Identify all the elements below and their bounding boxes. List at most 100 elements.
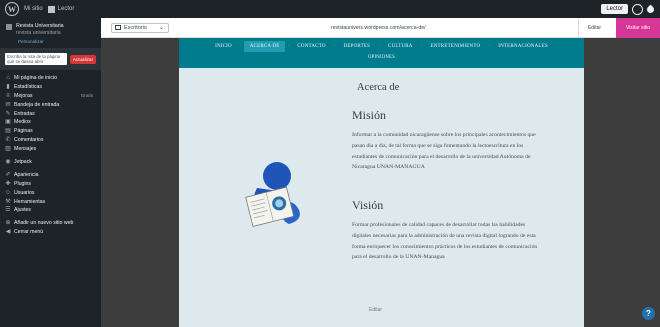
write-button[interactable]: Lector — [601, 4, 628, 14]
site-title: Revista Universitaria — [16, 23, 64, 29]
media-icon: ▣ — [5, 119, 11, 126]
site-preview[interactable]: INICIO · ACERCA DE · CONTACTO · DEPORTES · CULTU… — [179, 38, 584, 327]
path-input[interactable]: Escriba la ruta de la página que se dese… — [5, 52, 67, 65]
posts-icon: ✎ — [5, 110, 11, 117]
mision-heading: Misión — [352, 108, 387, 122]
sidebar-item-label: Comentarios — [14, 137, 44, 144]
reading-illustration — [237, 154, 317, 239]
canvas-margin-left — [101, 38, 179, 327]
sidebar-item-label: Bandeja de entrada — [14, 101, 60, 108]
update-button[interactable]: Actualizar — [69, 54, 96, 64]
preview-url: revistaunivers.wordpress.com/acerca-de/ — [331, 24, 426, 31]
reader-icon — [47, 5, 55, 13]
appearance-icon: ✐ — [5, 171, 11, 178]
nav-row: INICIO · ACERCA DE · CONTACTO · DEPORTES · CULTU… — [179, 38, 584, 52]
desktop-icon — [115, 25, 121, 30]
sidebar-item-label: Mensajes — [14, 146, 37, 153]
comments-icon: ✆ — [5, 137, 11, 144]
wordpress-logo-icon[interactable]: W — [5, 2, 19, 16]
site-header[interactable]: Revista Universitaria revista universita… — [0, 18, 101, 38]
mision-text: Informar a la comunidad nicaragüense sob… — [352, 132, 536, 171]
vision-heading: Visión — [352, 198, 384, 212]
page-title: Acerca de — [357, 82, 400, 93]
jetpack-icon: ◉ — [5, 158, 11, 165]
sidebar-item-home[interactable]: ⌂ Mi página de inicio — [0, 74, 101, 83]
site-navigation: INICIO · ACERCA DE · CONTACTO · DEPORTES · CULTU… — [179, 38, 584, 68]
sidebar-item-label: Herramientas — [14, 198, 46, 205]
sidebar-item-users[interactable]: ☺ Usuarios — [0, 188, 101, 197]
sidebar-item-tools[interactable]: ⚒ Herramientas — [0, 197, 101, 206]
sidebar-item-appearance[interactable]: ✐ Apariencia — [0, 170, 101, 179]
vision-text: Formar profesionales de calidad capaces … — [352, 222, 538, 261]
sidebar-item-add[interactable]: ⊕ Añadir un nuevo sitio web — [0, 219, 101, 228]
sidebar-item-jetpack[interactable]: ◉ Jetpack — [0, 158, 101, 167]
page-content: Acerca de Misión Informar a la comunidad… — [179, 68, 584, 327]
plugins-icon: ✚ — [5, 180, 11, 187]
nav-item-entretenimiento[interactable]: ENTRETENIMIENTO — [424, 41, 486, 52]
nav-item-cultura[interactable]: CULTURA — [382, 41, 419, 52]
sidebar-item-comments[interactable]: ✆ Comentarios — [0, 136, 101, 145]
chevron-down-icon: ⌄ — [158, 25, 164, 31]
device-label: Escritorio — [124, 24, 147, 31]
sidebar-item-label: Añadir un nuevo sitio web — [14, 220, 74, 227]
admin-menu: ⌂ Mi página de inicio ▮ Estadísticas ≡ Mejora… — [0, 74, 101, 237]
canvas-margin-right — [584, 38, 660, 327]
sidebar-item-stats[interactable]: ▮ Estadísticas — [0, 82, 101, 91]
sidebar-item-settings[interactable]: ☰ Ajustes — [0, 206, 101, 215]
footer-edit-link[interactable]: Editar — [369, 307, 382, 313]
sidebar-item-label: Medios — [14, 119, 31, 126]
reader-link[interactable]: Lector — [47, 5, 74, 13]
pages-icon: ≡ — [6, 92, 10, 99]
edit-page-button[interactable]: Editar — [578, 17, 610, 38]
collapse-icon: ◀ — [5, 229, 11, 236]
sidebar-item-label: Jetpack — [14, 158, 32, 165]
sidebar-item-label: Apariencia — [14, 171, 39, 178]
sidebar-item-inbox[interactable]: ✉ Bandeja de entrada — [0, 100, 101, 109]
path-panel: Escriba la ruta de la página que se dese… — [0, 47, 101, 70]
users-icon: ☺ — [5, 189, 12, 196]
page-icon: ▤ — [5, 128, 11, 135]
inbox-icon: ✉ — [5, 101, 11, 108]
nav-item-deportes[interactable]: DEPORTES — [338, 41, 377, 52]
nav-item-acerca-de[interactable]: ACERCA DE — [243, 40, 286, 52]
sidebar-item-label: Mi página de inicio — [14, 74, 57, 81]
sidebar-item-label: Cerrar menú — [14, 229, 44, 236]
sidebar-item-pages[interactable]: ≡ Mejoras Gratis — [0, 91, 101, 100]
sidebar-item-badge: Gratis — [80, 93, 93, 99]
avatar-icon[interactable] — [632, 3, 643, 15]
sidebar-item-label: Estadísticas — [14, 83, 42, 90]
nav-item-contacto[interactable]: CONTACTO — [291, 41, 331, 52]
nav-item-internacionales[interactable]: INTERNACIONALES — [492, 41, 554, 52]
sidebar-item-page[interactable]: ▤ Páginas — [0, 127, 101, 136]
feedback-icon: ▥ — [5, 146, 11, 153]
nav-item-opiniones[interactable]: OPINIONES — [179, 55, 584, 60]
sidebar-item-label: Entradas — [14, 110, 35, 117]
visit-site-button[interactable]: Visitar sitio — [616, 17, 660, 38]
tools-icon: ⚒ — [5, 198, 11, 205]
nav-item-inicio[interactable]: INICIO — [209, 41, 238, 52]
preview-canvas: INICIO · ACERCA DE · CONTACTO · DEPORTES · CULTU… — [101, 38, 660, 327]
device-select[interactable]: Escritorio ⌄ — [111, 22, 169, 33]
admin-bar: W Mi sitio Lector Lector — [0, 0, 660, 18]
sidebar-item-collapse[interactable]: ◀ Cerrar menú — [0, 228, 101, 237]
sidebar-item-label: Usuarios — [14, 189, 35, 196]
help-button[interactable]: ? — [642, 307, 655, 320]
site-icon — [6, 24, 12, 30]
home-icon: ⌂ — [6, 74, 10, 81]
reader-with-newspaper-icon — [245, 162, 300, 227]
add-icon: ⊕ — [5, 220, 11, 227]
sidebar-item-plugins[interactable]: ✚ Plugins — [0, 179, 101, 188]
settings-icon: ☰ — [5, 207, 11, 214]
stats-icon: ▮ — [6, 83, 10, 90]
sidebar-item-label: Plugins — [14, 180, 32, 187]
customize-link[interactable]: Personalizar — [18, 39, 101, 44]
site-subtitle: revista universitaria — [16, 29, 61, 36]
sidebar-item-feedback[interactable]: ▥ Mensajes — [0, 145, 101, 154]
sidebar-item-label: Páginas — [14, 128, 33, 135]
sidebar-item-media[interactable]: ▣ Medios — [0, 118, 101, 127]
notifications-icon[interactable] — [645, 4, 656, 14]
my-site-link[interactable]: Mi sitio — [24, 6, 43, 12]
preview-toolbar: Escritorio ⌄ revistaunivers.wordpress.co… — [101, 17, 660, 38]
sidebar-item-posts[interactable]: ✎ Entradas — [0, 109, 101, 118]
sidebar-item-label: Ajustes — [14, 207, 32, 214]
